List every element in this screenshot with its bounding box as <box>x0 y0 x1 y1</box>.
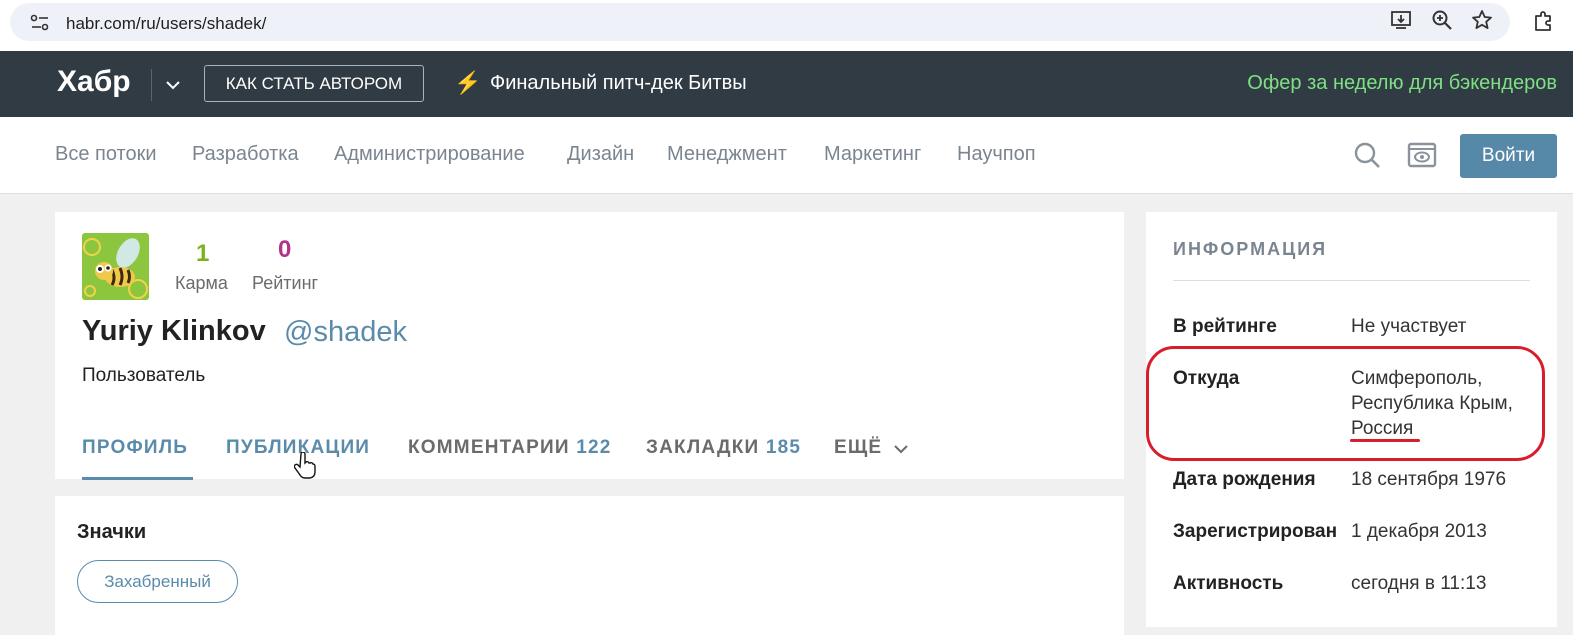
tab-comments[interactable]: КОММЕНТАРИИ 122 <box>408 437 612 459</box>
rating-label: Рейтинг <box>252 273 319 293</box>
nav-item-management[interactable]: Менеджмент <box>667 143 787 166</box>
info-label-rating: В рейтинге <box>1173 316 1277 337</box>
url-text[interactable]: habr.com/ru/users/shadek/ <box>66 14 266 34</box>
how-to-become-author-button[interactable]: КАК СТАТЬ АВТОРОМ <box>204 65 424 102</box>
zoom-icon[interactable] <box>1431 9 1453 31</box>
active-tab-indicator <box>82 477 193 480</box>
tab-bookmarks[interactable]: ЗАКЛАДКИ 185 <box>646 437 801 459</box>
avatar[interactable] <box>82 233 149 300</box>
info-label-birthdate: Дата рождения <box>1173 469 1316 490</box>
address-bar[interactable]: habr.com/ru/users/shadek/ <box>10 3 1510 41</box>
info-value-rating: Не участвует <box>1351 316 1467 337</box>
extensions-icon[interactable] <box>1532 9 1556 33</box>
habr-header: Хабр КАК СТАТЬ АВТОРОМ ⚡ Финальный питч-… <box>0 51 1573 117</box>
info-value-birthdate: 18 сентября 1976 <box>1351 469 1507 490</box>
habr-logo[interactable]: Хабр <box>57 65 131 99</box>
site-info-icon[interactable] <box>30 14 50 32</box>
nav-item-development[interactable]: Разработка <box>192 143 299 166</box>
nav-item-marketing[interactable]: Маркетинг <box>824 143 921 166</box>
offer-link[interactable]: Офер за неделю для бэкендеров <box>1247 72 1557 95</box>
info-label-activity: Активность <box>1173 573 1284 594</box>
info-title: ИНФОРМАЦИЯ <box>1173 239 1328 259</box>
info-value-registered: 1 декабря 2013 <box>1351 521 1487 542</box>
browser-toolbar: habr.com/ru/users/shadek/ <box>0 0 1573 51</box>
main-nav: Все потоки Разработка Администрирование … <box>0 117 1573 194</box>
user-full-name: Yuriy Klinkov <box>82 315 266 347</box>
reading-mode-icon[interactable] <box>1407 141 1437 169</box>
badges-title: Значки <box>77 521 147 543</box>
karma-value: 1 <box>196 240 210 267</box>
search-icon[interactable] <box>1353 141 1381 169</box>
tab-more[interactable]: ЕЩЁ <box>834 437 882 459</box>
annotation-underline <box>1350 439 1420 442</box>
badge-habrified[interactable]: Захабренный <box>77 560 238 603</box>
hand-cursor-icon <box>294 452 316 479</box>
user-handle[interactable]: @shadek <box>284 316 407 349</box>
tab-profile[interactable]: ПРОФИЛЬ <box>82 437 188 459</box>
nav-item-popsci[interactable]: Научпоп <box>957 143 1036 166</box>
logo-divider <box>151 69 152 101</box>
karma-label: Карма <box>175 273 228 293</box>
nav-item-all-flows[interactable]: Все потоки <box>55 143 157 166</box>
install-app-icon[interactable] <box>1390 9 1412 31</box>
bookmark-star-icon[interactable] <box>1471 9 1493 31</box>
user-role: Пользователь <box>82 365 206 386</box>
rating-value: 0 <box>278 236 292 263</box>
nav-item-administration[interactable]: Администрирование <box>334 143 525 166</box>
chevron-down-icon[interactable] <box>892 440 910 458</box>
annotation-highlight-oval <box>1146 346 1545 461</box>
promo-link[interactable]: Финальный питч-дек Битвы <box>490 72 747 95</box>
chevron-down-icon[interactable] <box>164 76 182 94</box>
login-button[interactable]: Войти <box>1460 134 1557 178</box>
badges-card: Значки Захабренный <box>55 496 1124 635</box>
info-value-activity: сегодня в 11:13 <box>1351 573 1487 594</box>
lightning-icon: ⚡ <box>454 70 482 95</box>
info-label-registered: Зарегистрирован <box>1173 521 1338 542</box>
profile-card: 1 Карма 0 Рейтинг Yuriy Klinkov @shadek … <box>55 212 1124 480</box>
bookmarks-count: 185 <box>765 437 802 458</box>
nav-item-design[interactable]: Дизайн <box>567 143 634 166</box>
divider <box>1173 280 1530 281</box>
comments-count: 122 <box>576 437 612 458</box>
